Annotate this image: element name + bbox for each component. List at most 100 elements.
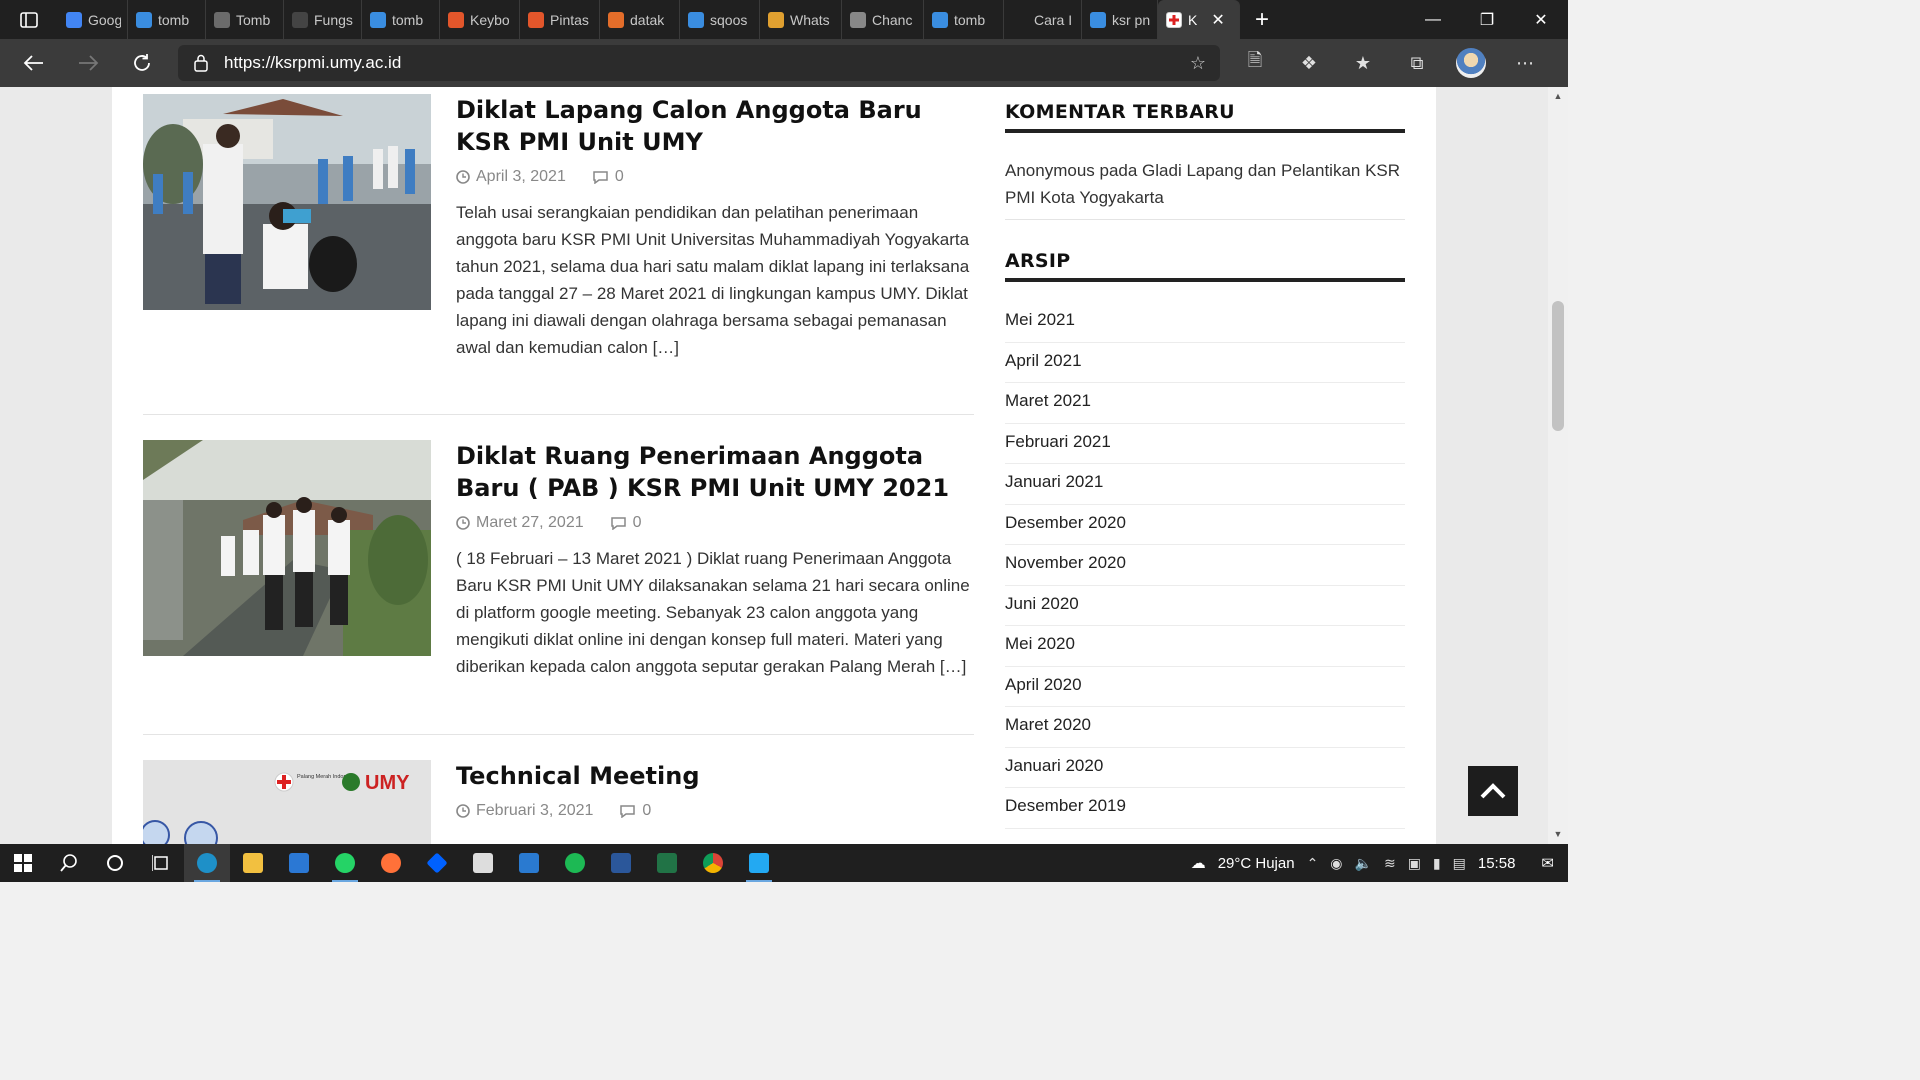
- calendar-icon: [519, 853, 539, 873]
- archive-link[interactable]: Maret 2020: [1005, 707, 1405, 748]
- archive-link[interactable]: Juni 2020: [1005, 586, 1405, 626]
- store-button[interactable]: [460, 844, 506, 882]
- archive-link[interactable]: April 2020: [1005, 667, 1405, 707]
- archive-link[interactable]: Januari 2021: [1005, 464, 1405, 505]
- archive-link[interactable]: Mei 2020: [1005, 626, 1405, 667]
- scroll-down-icon[interactable]: ▼: [1548, 829, 1568, 839]
- forward-button[interactable]: [61, 39, 115, 87]
- excel-icon: [657, 853, 677, 873]
- chrome-button[interactable]: [690, 844, 736, 882]
- refresh-button[interactable]: [115, 39, 169, 87]
- file-explorer-button[interactable]: [230, 844, 276, 882]
- post-date[interactable]: April 3, 2021: [476, 168, 566, 186]
- browser-tab[interactable]: tomb: [362, 0, 440, 39]
- post-thumbnail[interactable]: [143, 94, 431, 310]
- language-icon[interactable]: ▤: [1453, 855, 1466, 872]
- chrome-icon: [703, 853, 723, 873]
- volume-icon[interactable]: 🔈: [1355, 855, 1372, 872]
- restore-button[interactable]: ❐: [1460, 0, 1514, 39]
- browser-tab-label: sqoos: [710, 11, 748, 28]
- minimize-button[interactable]: —: [1406, 0, 1460, 39]
- post-comment-count[interactable]: 0: [615, 168, 624, 186]
- weather-icon[interactable]: ☁: [1191, 854, 1206, 872]
- add-favorite-icon[interactable]: ☆: [1190, 53, 1206, 74]
- post-title[interactable]: Technical Meeting: [456, 760, 976, 792]
- wifi-icon[interactable]: ≋: [1384, 855, 1396, 872]
- word-button[interactable]: [598, 844, 644, 882]
- post-comment-count[interactable]: 0: [633, 514, 642, 532]
- archive-link[interactable]: Mei 2021: [1005, 302, 1405, 343]
- whatsapp-button[interactable]: [322, 844, 368, 882]
- new-tab-button[interactable]: +: [1240, 0, 1284, 39]
- browser-tab-label: Googl: [88, 11, 121, 28]
- browser-tab[interactable]: Chanc: [842, 0, 924, 39]
- browser-toolbar: https://ksrpmi.umy.ac.id ☆ 🗎 ❖ ★ ⧉ ⋯: [0, 39, 1568, 87]
- folder-icon: [243, 853, 263, 873]
- browser-tab[interactable]: K ✕: [1158, 0, 1240, 39]
- browser-tab[interactable]: datak: [600, 0, 680, 39]
- address-bar[interactable]: https://ksrpmi.umy.ac.id ☆: [178, 45, 1220, 81]
- mail-button[interactable]: [276, 844, 322, 882]
- scrollbar-thumb[interactable]: [1552, 301, 1564, 431]
- browser-tab[interactable]: ksr pn: [1082, 0, 1158, 39]
- close-window-button[interactable]: ✕: [1514, 0, 1568, 39]
- dropbox-button[interactable]: [414, 844, 460, 882]
- post-thumbnail[interactable]: Palang Merah Indonesia UMY: [143, 760, 431, 844]
- browser-tab[interactable]: tomb: [924, 0, 1004, 39]
- back-button[interactable]: [7, 39, 61, 87]
- browser-tab[interactable]: Pintas: [520, 0, 600, 39]
- browser-tab[interactable]: Whats: [760, 0, 842, 39]
- archive-link[interactable]: November 2020: [1005, 545, 1405, 586]
- clock-time[interactable]: 15:58: [1478, 855, 1516, 872]
- browser-tab[interactable]: Tomb: [206, 0, 284, 39]
- extensions-icon[interactable]: ❖: [1282, 39, 1336, 87]
- recent-comment-item[interactable]: Anonymous pada Gladi Lapang dan Pelantik…: [1005, 157, 1405, 220]
- archive-link[interactable]: Desember 2019: [1005, 788, 1405, 829]
- cortana-button[interactable]: [92, 844, 138, 882]
- scroll-up-icon[interactable]: ▲: [1548, 91, 1568, 101]
- reading-view-icon[interactable]: 🗎: [1228, 39, 1282, 87]
- spotify-button[interactable]: [552, 844, 598, 882]
- browser-tab[interactable]: Googl: [58, 0, 128, 39]
- browser-tab[interactable]: Keybo: [440, 0, 520, 39]
- device-icon[interactable]: ▣: [1408, 855, 1421, 872]
- back-to-top-button[interactable]: [1468, 766, 1518, 816]
- firefox-button[interactable]: [368, 844, 414, 882]
- weather-text[interactable]: 29°C Hujan: [1218, 855, 1295, 872]
- battery-icon[interactable]: ▮: [1433, 855, 1441, 872]
- tab-actions-button[interactable]: [0, 0, 58, 39]
- start-button[interactable]: [0, 844, 46, 882]
- show-hidden-icons-icon[interactable]: ⌃: [1307, 855, 1319, 872]
- search-button[interactable]: [46, 844, 92, 882]
- browser-tab[interactable]: Cara I: [1004, 0, 1082, 39]
- archive-link[interactable]: Februari 2021: [1005, 424, 1405, 464]
- edge-icon: [197, 853, 217, 873]
- archive-link[interactable]: Desember 2020: [1005, 505, 1405, 545]
- browser-tab[interactable]: tomb: [128, 0, 206, 39]
- page-scrollbar[interactable]: ▲ ▼: [1548, 87, 1568, 844]
- url-text[interactable]: https://ksrpmi.umy.ac.id: [224, 53, 401, 73]
- collections-icon[interactable]: ⧉: [1390, 39, 1444, 87]
- post-date[interactable]: Februari 3, 2021: [476, 802, 593, 820]
- action-center-icon[interactable]: ✉: [1541, 854, 1554, 872]
- archive-link[interactable]: Januari 2020: [1005, 748, 1405, 788]
- excel-button[interactable]: [644, 844, 690, 882]
- profile-button[interactable]: [1444, 39, 1498, 87]
- notification-app-icon[interactable]: ◉: [1330, 855, 1342, 872]
- post-thumbnail[interactable]: [143, 440, 431, 656]
- browser-tab[interactable]: sqoos: [680, 0, 760, 39]
- calendar-button[interactable]: [506, 844, 552, 882]
- post-title[interactable]: Diklat Lapang Calon Anggota Baru KSR PMI…: [456, 94, 976, 158]
- task-view-button[interactable]: [138, 844, 184, 882]
- browser-tab[interactable]: Fungs: [284, 0, 362, 39]
- post-comment-count[interactable]: 0: [642, 802, 651, 820]
- edge-taskbar-button[interactable]: [184, 844, 230, 882]
- post-date[interactable]: Maret 27, 2021: [476, 514, 584, 532]
- settings-more-icon[interactable]: ⋯: [1498, 39, 1552, 87]
- archive-link[interactable]: Maret 2021: [1005, 383, 1405, 424]
- post-title[interactable]: Diklat Ruang Penerimaan Anggota Baru ( P…: [456, 440, 976, 504]
- favorites-icon[interactable]: ★: [1336, 39, 1390, 87]
- archive-link[interactable]: April 2021: [1005, 343, 1405, 383]
- vscode-button[interactable]: [736, 844, 782, 882]
- close-tab-icon[interactable]: ✕: [1211, 10, 1224, 30]
